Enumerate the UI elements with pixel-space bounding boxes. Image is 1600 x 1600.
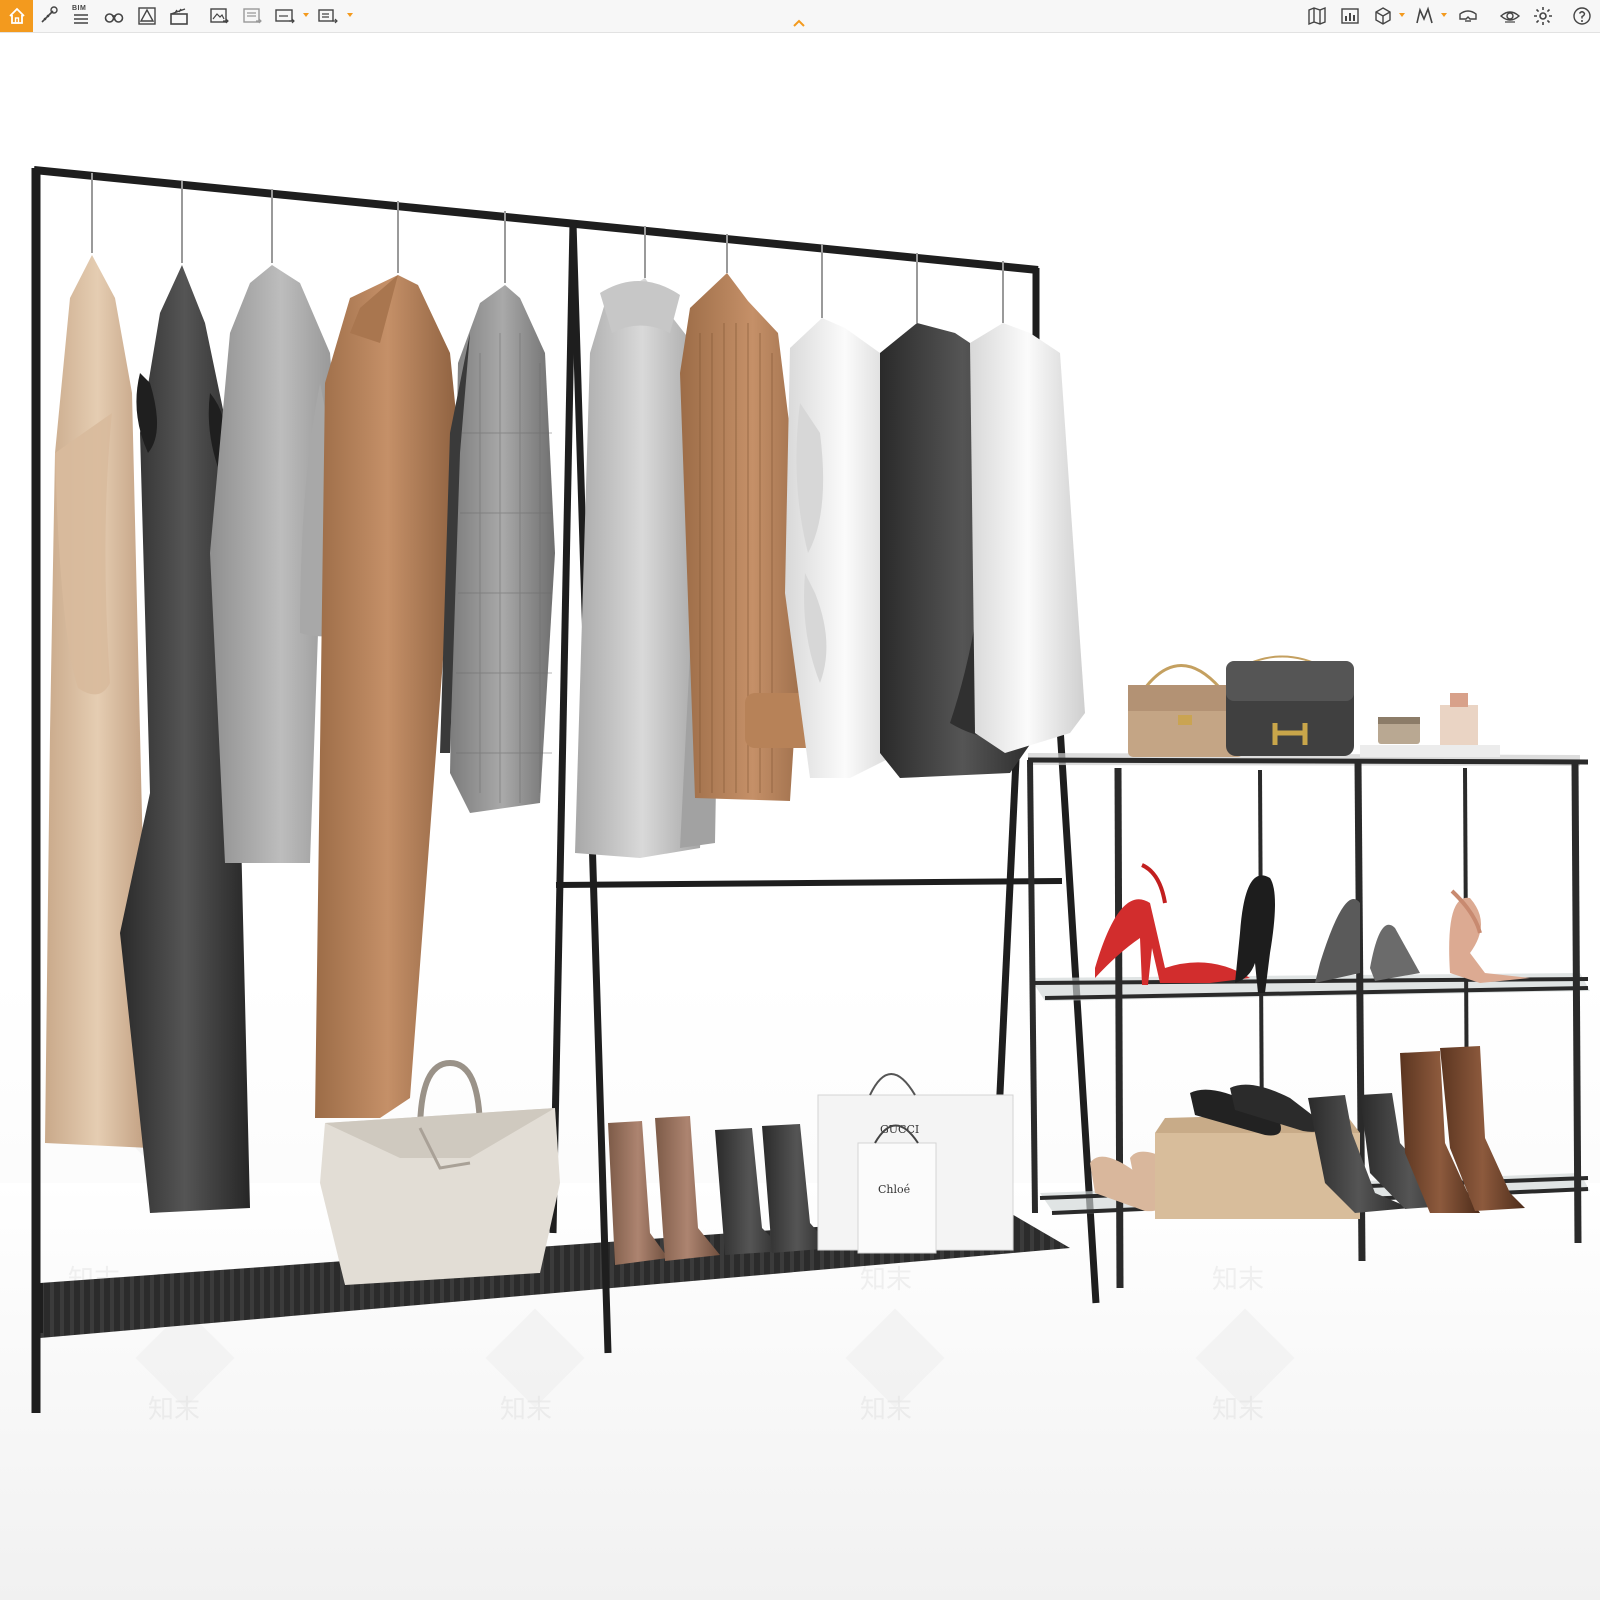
bim-tool-button[interactable]: BIM xyxy=(68,4,94,28)
walkthrough-tool-button[interactable] xyxy=(101,4,127,28)
panorama-360-icon xyxy=(275,9,295,24)
map-tool-button[interactable] xyxy=(1304,4,1330,28)
export-exe-icon xyxy=(318,9,338,24)
export-layer-tool-button[interactable] xyxy=(239,4,265,28)
bottom-shelf-shoes xyxy=(1090,1046,1525,1219)
wall-panel xyxy=(1263,228,1338,323)
home-icon xyxy=(8,7,25,24)
chart-icon xyxy=(1341,8,1359,24)
watermark-text: 知末 xyxy=(500,1395,552,1425)
map-icon xyxy=(1308,6,1326,26)
clothing-rack-render: 知末 知末 知末 知末 知末 知末 知末 xyxy=(0,166,1600,1600)
chevron-down-icon[interactable] xyxy=(346,11,354,19)
export-image-icon xyxy=(210,8,229,24)
export-exe-tool-button[interactable] xyxy=(315,4,341,28)
camel-long-coat xyxy=(315,275,460,1118)
vr-tool-button[interactable] xyxy=(1455,4,1481,28)
export-360-tool-button[interactable] xyxy=(272,4,298,28)
shelf-top-accessories xyxy=(1128,655,1500,757)
watermark-text: 知末 xyxy=(1212,1265,1264,1295)
chloe-bag-label: Chloé xyxy=(878,1183,910,1196)
collapse-toolbar-toggle[interactable] xyxy=(791,16,807,30)
white-shirt xyxy=(970,323,1085,753)
clapperboard-tool-button[interactable] xyxy=(166,4,192,28)
top-toolbar: BIM xyxy=(0,0,1600,33)
watermark-text: 知末 xyxy=(860,1395,912,1425)
chart-tool-button[interactable] xyxy=(1337,4,1363,28)
eye-icon xyxy=(1499,11,1521,23)
clapperboard-icon xyxy=(170,8,188,25)
eye-tool-button[interactable] xyxy=(1497,4,1523,28)
export-layer-icon xyxy=(243,8,262,24)
chevron-down-icon[interactable] xyxy=(1440,11,1448,19)
settings-tool-button[interactable] xyxy=(1530,4,1556,28)
cube-tool-button[interactable] xyxy=(1370,4,1396,28)
section-box-icon xyxy=(138,7,156,25)
hanger-hooks xyxy=(91,173,1004,323)
measure-tool-button[interactable] xyxy=(36,4,62,28)
shopping-bags: GUCCI Chloé xyxy=(817,1073,1014,1254)
home-button[interactable] xyxy=(0,0,33,32)
export-image-tool-button[interactable] xyxy=(206,4,232,28)
hanging-garments-left xyxy=(45,255,555,1213)
measure-icon xyxy=(41,6,58,23)
help-tool-button[interactable] xyxy=(1569,4,1595,28)
section-tool-button[interactable] xyxy=(134,4,160,28)
help-icon xyxy=(1573,7,1591,25)
watermark-text: 知末 xyxy=(1212,1395,1264,1425)
cube-icon xyxy=(1375,7,1391,25)
binoculars-icon xyxy=(104,13,124,23)
3d-viewport[interactable]: 知末 知末 知末 知末 知末 知末 知末 xyxy=(0,33,1600,1600)
gear-icon xyxy=(1534,7,1552,25)
path-tool-button[interactable] xyxy=(1412,4,1438,28)
path-icon xyxy=(1416,6,1433,24)
watermark-text: 知末 xyxy=(860,1265,912,1295)
vr-headset-icon xyxy=(1459,10,1477,22)
app-window: BIM 知末 知末 知末 知末 知末 知末 GUCCI Chloé xyxy=(0,0,1600,1600)
chevron-down-icon[interactable] xyxy=(302,11,310,19)
bim-label: BIM xyxy=(72,5,87,12)
chevron-down-icon[interactable] xyxy=(1398,11,1406,19)
watermark-text: 知末 xyxy=(148,1395,200,1425)
hanging-garments-right xyxy=(575,273,1085,858)
